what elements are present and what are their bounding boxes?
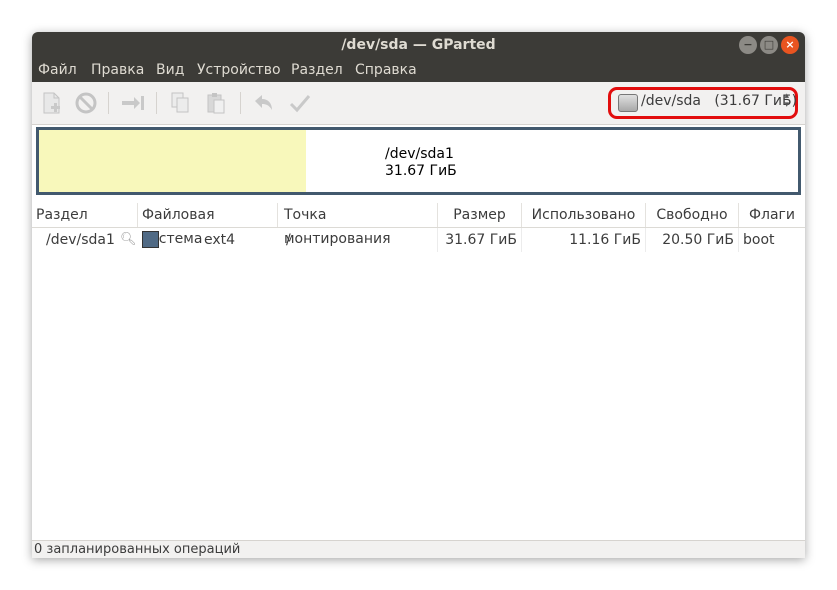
- toolbar-separator: [156, 92, 157, 114]
- maximize-button[interactable]: □: [760, 36, 778, 54]
- window-controls: − □ ×: [739, 36, 799, 54]
- undo-icon[interactable]: [252, 91, 276, 115]
- used-space-bar: [39, 130, 306, 192]
- column-header-mountpoint[interactable]: Точка монтирования: [278, 203, 438, 247]
- disk-map-size: 31.67 ГиБ: [385, 163, 457, 179]
- window-title: /dev/sda — GParted: [341, 37, 496, 53]
- minimize-icon: −: [743, 38, 753, 51]
- device-selector[interactable]: /dev/sda (31.67 ГиБ) ▴ ▾: [608, 87, 798, 119]
- menu-view[interactable]: Вид: [156, 62, 184, 78]
- menu-bar: Файл Правка Вид Устройство Раздел Справк…: [32, 58, 805, 82]
- minimize-button[interactable]: −: [739, 36, 757, 54]
- chevron-updown-icon: ▴ ▾: [784, 91, 789, 110]
- paste-icon[interactable]: [204, 91, 228, 115]
- menu-file[interactable]: Файл: [38, 62, 77, 78]
- column-header-flags[interactable]: Флаги: [739, 203, 805, 227]
- key-icon: 🔍︎: [120, 232, 137, 247]
- menu-partition[interactable]: Раздел: [291, 62, 343, 78]
- disk-map[interactable]: /dev/sda1 31.67 ГиБ: [36, 127, 801, 195]
- new-partition-icon[interactable]: [40, 91, 64, 115]
- cell-flags: boot: [743, 232, 775, 248]
- pending-operations-status: 0 запланированных операций: [34, 542, 241, 557]
- column-header-size[interactable]: Размер: [438, 203, 522, 227]
- cell-size: 31.67 ГиБ: [438, 228, 522, 252]
- gparted-window: /dev/sda — GParted − □ × Файл Правка Вид…: [32, 32, 805, 558]
- delete-icon[interactable]: [74, 91, 98, 115]
- column-header-used[interactable]: Использовано: [522, 203, 646, 227]
- table-row[interactable]: /dev/sda1 🔍︎ ext4 / 31.67 ГиБ 11.16 ГиБ …: [32, 228, 805, 252]
- title-bar: /dev/sda — GParted − □ ×: [32, 32, 805, 58]
- status-bar: 0 запланированных операций: [32, 540, 805, 558]
- disk-map-partition: /dev/sda1: [385, 146, 454, 162]
- cell-filesystem: ext4: [204, 232, 236, 248]
- toolbar: /dev/sda (31.67 ГиБ) ▴ ▾: [32, 82, 805, 125]
- copy-icon[interactable]: [168, 91, 192, 115]
- apply-icon[interactable]: [288, 91, 312, 115]
- column-header-free[interactable]: Свободно: [646, 203, 739, 227]
- partition-table-header: Раздел Файловая система Точка монтирован…: [32, 203, 805, 247]
- cell-free: 20.50 ГиБ: [646, 228, 739, 252]
- maximize-icon: □: [763, 38, 775, 51]
- toolbar-separator: [240, 92, 241, 114]
- cell-used: 11.16 ГиБ: [522, 228, 646, 252]
- close-button[interactable]: ×: [781, 36, 799, 54]
- cell-partition: /dev/sda1 🔍︎: [32, 228, 138, 252]
- device-name: /dev/sda: [641, 93, 701, 109]
- partition-name: /dev/sda1: [46, 232, 115, 248]
- cell-mountpoint: /: [278, 228, 438, 252]
- hard-disk-icon: [618, 94, 638, 112]
- menu-device[interactable]: Устройство: [197, 62, 281, 78]
- menu-edit[interactable]: Правка: [91, 62, 144, 78]
- column-header-partition[interactable]: Раздел: [32, 203, 138, 227]
- column-header-filesystem[interactable]: Файловая система: [138, 203, 278, 247]
- close-icon: ×: [785, 38, 795, 51]
- toolbar-separator: [108, 92, 109, 114]
- menu-help[interactable]: Справка: [355, 62, 417, 78]
- disk-map-label: /dev/sda1 31.67 ГиБ: [385, 146, 457, 180]
- resize-move-icon[interactable]: [120, 91, 144, 115]
